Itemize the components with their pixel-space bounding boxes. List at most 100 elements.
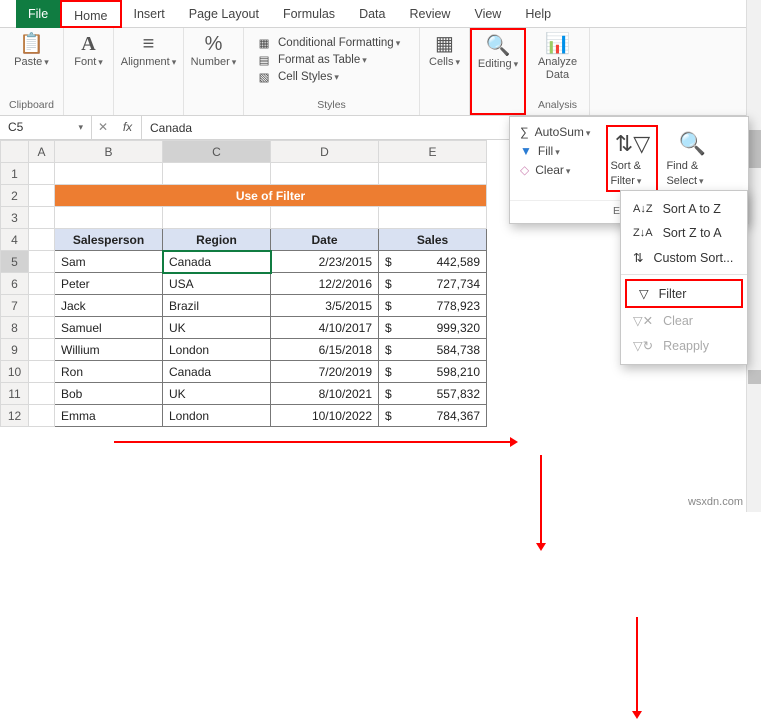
- hdr-salesperson[interactable]: Salesperson: [55, 229, 163, 251]
- table-cell[interactable]: Emma: [55, 405, 163, 427]
- editing-button[interactable]: 🔍 Editing: [472, 34, 524, 72]
- cond-format-icon: ▦: [256, 36, 272, 50]
- table-cell[interactable]: Brazil: [163, 295, 271, 317]
- name-box[interactable]: C5▾: [0, 116, 92, 139]
- table-cell[interactable]: Ron: [55, 361, 163, 383]
- tab-view[interactable]: View: [462, 0, 513, 28]
- tab-home[interactable]: Home: [60, 0, 121, 28]
- format-as-table-button[interactable]: ▤Format as Table: [256, 53, 407, 67]
- row-5[interactable]: 5: [1, 251, 29, 273]
- row-2[interactable]: 2: [1, 185, 29, 207]
- chevron-down-icon[interactable]: ▾: [78, 116, 83, 138]
- table-cell[interactable]: Sam: [55, 251, 163, 273]
- table-cell[interactable]: London: [163, 339, 271, 361]
- table-cell[interactable]: 4/10/2017: [271, 317, 379, 339]
- table-cell[interactable]: 3/5/2015: [271, 295, 379, 317]
- row-7[interactable]: 7: [1, 295, 29, 317]
- col-D[interactable]: D: [271, 141, 379, 163]
- tab-page-layout[interactable]: Page Layout: [177, 0, 271, 28]
- row-3[interactable]: 3: [1, 207, 29, 229]
- row-10[interactable]: 10: [1, 361, 29, 383]
- col-E[interactable]: E: [379, 141, 487, 163]
- analyze-icon: 📊: [545, 34, 570, 54]
- table-cell[interactable]: 2/23/2015: [271, 251, 379, 273]
- scroll-thumb[interactable]: [748, 370, 761, 384]
- analyze-data-button[interactable]: 📊 Analyze Data: [532, 32, 583, 84]
- number-button[interactable]: % Number: [185, 32, 243, 70]
- tab-help[interactable]: Help: [513, 0, 563, 28]
- table-cell[interactable]: Bob: [55, 383, 163, 405]
- paste-button[interactable]: 📋 Paste: [8, 32, 55, 70]
- table-cell[interactable]: Canada: [163, 361, 271, 383]
- cell-styles-button[interactable]: ▧Cell Styles: [256, 70, 407, 84]
- table-cell[interactable]: UK: [163, 383, 271, 405]
- sort-za-icon: Z↓A: [633, 227, 653, 239]
- table-cell[interactable]: 10/10/2022: [271, 405, 379, 427]
- styles-group-label: Styles: [252, 99, 411, 113]
- row-1[interactable]: 1: [1, 163, 29, 185]
- table-cell[interactable]: $778,923: [379, 295, 487, 317]
- row-12[interactable]: 12: [1, 405, 29, 427]
- alignment-button[interactable]: ≡ Alignment: [115, 32, 182, 70]
- fill-button[interactable]: ▼Fill: [520, 144, 590, 158]
- filter-item[interactable]: ▽Filter: [625, 279, 743, 308]
- fx-button[interactable]: fx: [114, 116, 142, 139]
- col-B[interactable]: B: [55, 141, 163, 163]
- row-8[interactable]: 8: [1, 317, 29, 339]
- tab-data[interactable]: Data: [347, 0, 397, 28]
- find-icon: 🔍: [679, 129, 706, 159]
- title-cell[interactable]: Use of Filter: [55, 185, 487, 207]
- table-cell[interactable]: 8/10/2021: [271, 383, 379, 405]
- table-cell[interactable]: $442,589: [379, 251, 487, 273]
- tab-formulas[interactable]: Formulas: [271, 0, 347, 28]
- table-cell[interactable]: $727,734: [379, 273, 487, 295]
- row-11[interactable]: 11: [1, 383, 29, 405]
- table-cell[interactable]: $784,367: [379, 405, 487, 427]
- tab-insert[interactable]: Insert: [122, 0, 177, 28]
- group-clipboard: 📋 Paste Clipboard: [0, 28, 64, 115]
- cells-button[interactable]: ▦ Cells: [423, 32, 466, 70]
- table-cell[interactable]: Samuel: [55, 317, 163, 339]
- sort-filter-button[interactable]: ⇅▽ Sort & Filter: [606, 125, 658, 192]
- table-cell[interactable]: Peter: [55, 273, 163, 295]
- scroll-thumb[interactable]: [748, 130, 761, 168]
- sort-a-to-z[interactable]: A↓ZSort A to Z: [621, 197, 747, 221]
- row-9[interactable]: 9: [1, 339, 29, 361]
- table-cell[interactable]: 6/15/2018: [271, 339, 379, 361]
- select-all[interactable]: [1, 141, 29, 163]
- table-cell[interactable]: $584,738: [379, 339, 487, 361]
- conditional-formatting-button[interactable]: ▦Conditional Formatting: [256, 36, 407, 50]
- table-cell[interactable]: $598,210: [379, 361, 487, 383]
- sort-z-to-a[interactable]: Z↓ASort Z to A: [621, 221, 747, 245]
- row-4[interactable]: 4: [1, 229, 29, 251]
- custom-sort[interactable]: ⇅Custom Sort...: [621, 245, 747, 270]
- clear-button[interactable]: ◇Clear: [520, 163, 590, 177]
- table-cell[interactable]: 7/20/2019: [271, 361, 379, 383]
- hdr-region[interactable]: Region: [163, 229, 271, 251]
- table-cell[interactable]: 12/2/2016: [271, 273, 379, 295]
- table-cell[interactable]: Canada: [163, 251, 271, 273]
- tab-review[interactable]: Review: [397, 0, 462, 28]
- tab-file[interactable]: File: [16, 0, 60, 28]
- cancel-formula-button[interactable]: ✕: [92, 116, 114, 139]
- table-cell[interactable]: USA: [163, 273, 271, 295]
- autosum-button[interactable]: ∑AutoSum: [520, 125, 590, 139]
- group-styles: ▦Conditional Formatting ▤Format as Table…: [244, 28, 420, 115]
- table-cell[interactable]: Willium: [55, 339, 163, 361]
- font-button[interactable]: A Font: [68, 32, 109, 70]
- ribbon: 📋 Paste Clipboard A Font ≡ Alignment % N…: [0, 28, 761, 116]
- table-cell[interactable]: London: [163, 405, 271, 427]
- col-C[interactable]: C: [163, 141, 271, 163]
- hdr-sales[interactable]: Sales: [379, 229, 487, 251]
- row-6[interactable]: 6: [1, 273, 29, 295]
- find-select-button[interactable]: 🔍 Find & Select: [666, 125, 718, 192]
- hdr-date[interactable]: Date: [271, 229, 379, 251]
- vertical-scrollbar[interactable]: [746, 0, 761, 512]
- col-A[interactable]: A: [29, 141, 55, 163]
- table-cell[interactable]: Jack: [55, 295, 163, 317]
- cells-label: Cells: [429, 56, 460, 68]
- table-cell[interactable]: $999,320: [379, 317, 487, 339]
- number-label: Number: [191, 56, 237, 68]
- table-cell[interactable]: UK: [163, 317, 271, 339]
- table-cell[interactable]: $557,832: [379, 383, 487, 405]
